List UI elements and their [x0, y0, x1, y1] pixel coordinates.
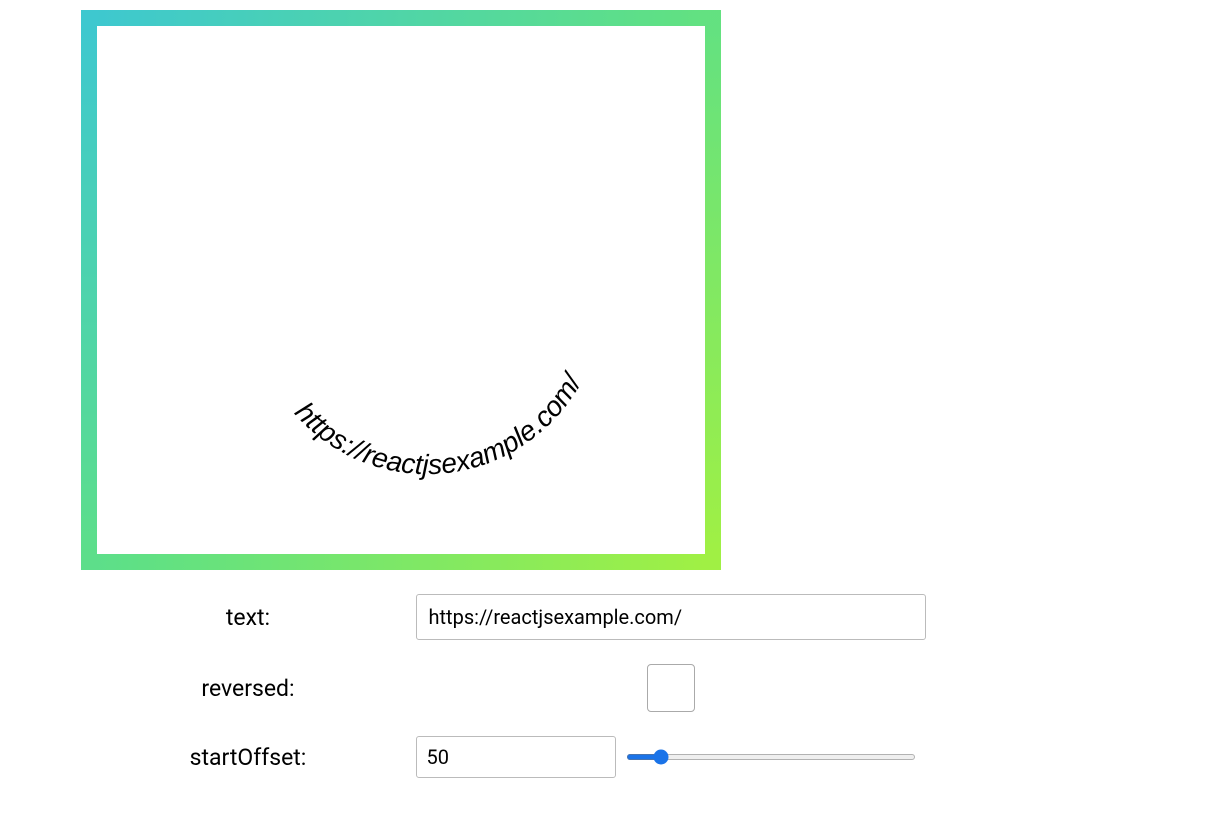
startoffset-number-input[interactable] [416, 736, 616, 778]
text-label: text: [81, 604, 416, 631]
control-row-text: text: [81, 594, 1141, 640]
reversed-checkbox[interactable] [647, 664, 695, 712]
control-row-reversed: reversed: [81, 664, 1141, 712]
curved-text: https://reactjsexample.com/ [289, 366, 589, 480]
startoffset-label: startOffset: [81, 744, 416, 771]
controls-panel: text: reversed: startOffset: [81, 594, 1141, 778]
control-row-startoffset: startOffset: [81, 736, 1141, 778]
curved-text-svg: https://reactjsexample.com/ [97, 26, 705, 554]
curved-text-canvas: https://reactjsexample.com/ [81, 10, 721, 570]
startoffset-slider[interactable] [626, 754, 916, 760]
reversed-label: reversed: [81, 675, 416, 702]
text-input[interactable] [416, 594, 926, 640]
